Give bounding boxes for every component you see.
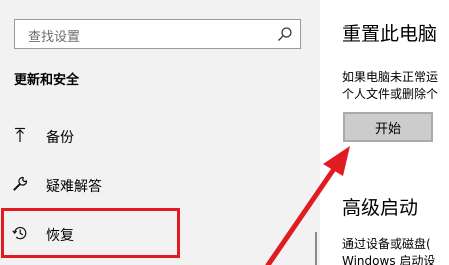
reset-start-button[interactable]: 开始 <box>343 112 433 142</box>
advanced-desc-line-1: 通过设备或磁盘( <box>342 237 431 251</box>
search-icon[interactable] <box>277 26 293 42</box>
reset-desc-line-2: 个人文件或删除个 <box>342 87 439 101</box>
advanced-desc-line-2: Windows 启动设 <box>342 254 436 265</box>
reset-desc-line-1: 如果电脑未正常运 <box>342 70 439 84</box>
sidebar-scrollbar[interactable] <box>315 232 317 265</box>
section-title: 更新和安全 <box>14 73 80 88</box>
search-placeholder: 查找设置 <box>28 30 81 45</box>
advanced-startup-title: 高级启动 <box>342 197 419 219</box>
reset-pc-title: 重置此电脑 <box>342 23 438 45</box>
reset-pc-description: 如果电脑未正常运 个人文件或删除个 <box>342 69 438 103</box>
backup-arrow-icon <box>15 127 25 142</box>
recovery-content: 重置此电脑 如果电脑未正常运 个人文件或删除个 开始 高级启动 通过设备或磁盘(… <box>320 0 449 265</box>
search-input[interactable]: 查找设置 <box>14 19 301 49</box>
sidebar-item-label: 备份 <box>46 130 74 146</box>
sidebar-item-backup[interactable]: 备份 <box>8 119 288 153</box>
sidebar-item-troubleshoot[interactable]: 疑难解答 <box>8 168 288 202</box>
sidebar-item-label: 疑难解答 <box>46 179 102 195</box>
advanced-startup-description: 通过设备或磁盘( Windows 启动设 <box>342 236 435 265</box>
settings-sidebar: 查找设置 更新和安全 备份 疑难解答 恢复 <box>0 0 320 265</box>
wrench-icon <box>13 176 28 191</box>
annotation-highlight-box <box>1 208 180 258</box>
